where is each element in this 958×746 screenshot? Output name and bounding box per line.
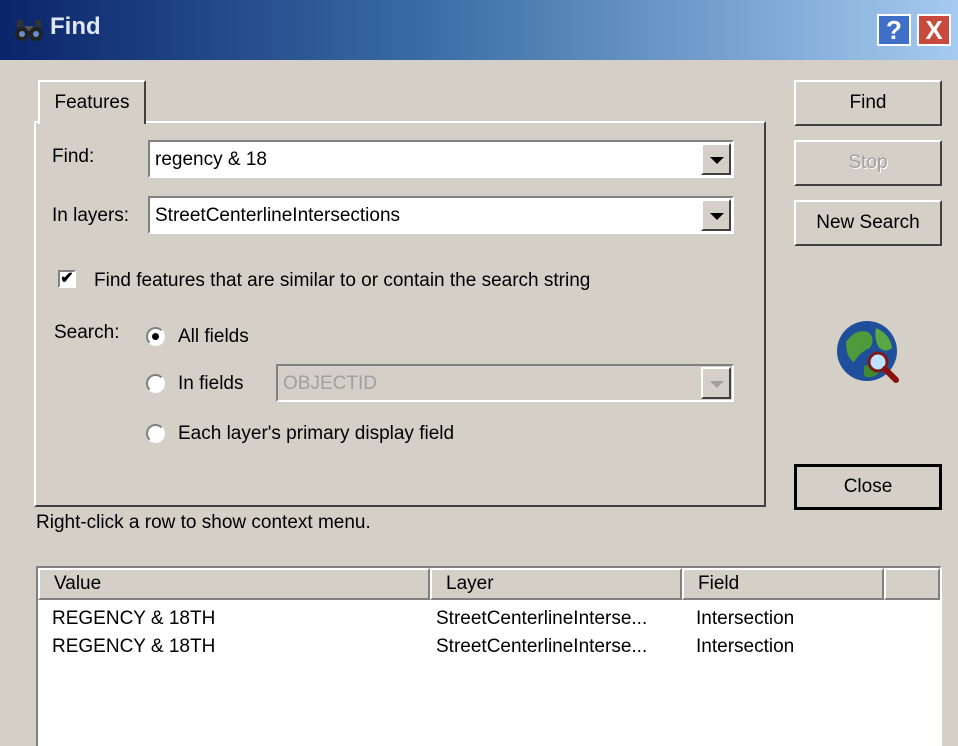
- find-value: regency & 18: [155, 149, 267, 170]
- fields-value: OBJECTID: [283, 373, 377, 394]
- find-button[interactable]: Find: [794, 80, 942, 126]
- find-dropdown-arrow-icon[interactable]: [701, 143, 731, 175]
- window-title: Find: [50, 13, 101, 40]
- stop-button: Stop: [794, 140, 942, 186]
- close-button[interactable]: Close: [794, 464, 942, 510]
- in-fields-label: In fields: [178, 373, 244, 394]
- row-value: REGENCY & 18TH: [52, 608, 216, 629]
- fields-combo: OBJECTID: [276, 364, 734, 402]
- column-header-field[interactable]: Field: [682, 568, 884, 600]
- title-bar: Find ? X: [0, 0, 958, 60]
- search-label: Search:: [54, 322, 120, 343]
- binoculars-icon: [15, 20, 43, 41]
- context-menu-hint: Right-click a row to show context menu.: [36, 512, 371, 533]
- row-field: Intersection: [696, 636, 795, 657]
- in-layers-label: In layers:: [52, 205, 130, 226]
- row-field: Intersection: [696, 608, 795, 629]
- new-search-button[interactable]: New Search: [794, 200, 942, 246]
- help-button[interactable]: ?: [877, 14, 911, 46]
- primary-display-field-label: Each layer's primary display field: [178, 423, 455, 444]
- column-header-value[interactable]: Value: [38, 568, 430, 600]
- find-combo[interactable]: regency & 18: [148, 140, 734, 178]
- similar-checkbox[interactable]: ✔: [58, 270, 76, 288]
- globe-search-icon: [837, 321, 899, 383]
- column-header-layer[interactable]: Layer: [430, 568, 682, 600]
- radio-all-fields[interactable]: [146, 327, 165, 346]
- column-header-empty: [884, 568, 940, 600]
- row-layer: StreetCenterlineInterse...: [436, 608, 648, 629]
- layers-value: StreetCenterlineIntersections: [155, 205, 401, 226]
- layers-dropdown-arrow-icon[interactable]: [701, 199, 731, 231]
- row-layer: StreetCenterlineInterse...: [436, 636, 648, 657]
- similar-label: Find features that are similar to or con…: [94, 270, 591, 291]
- results-list[interactable]: Value Layer Field REGENCY & 18TH StreetC…: [36, 566, 942, 746]
- tab-features[interactable]: Features: [38, 80, 146, 124]
- radio-primary-display-field[interactable]: [146, 424, 165, 443]
- close-window-button[interactable]: X: [917, 14, 951, 46]
- all-fields-label: All fields: [178, 326, 249, 347]
- features-tab-panel: [34, 121, 766, 507]
- fields-dropdown-arrow-icon: [701, 367, 731, 399]
- find-label: Find:: [52, 146, 95, 167]
- layers-combo[interactable]: StreetCenterlineIntersections: [148, 196, 734, 234]
- row-value: REGENCY & 18TH: [52, 636, 216, 657]
- radio-in-fields[interactable]: [146, 374, 165, 393]
